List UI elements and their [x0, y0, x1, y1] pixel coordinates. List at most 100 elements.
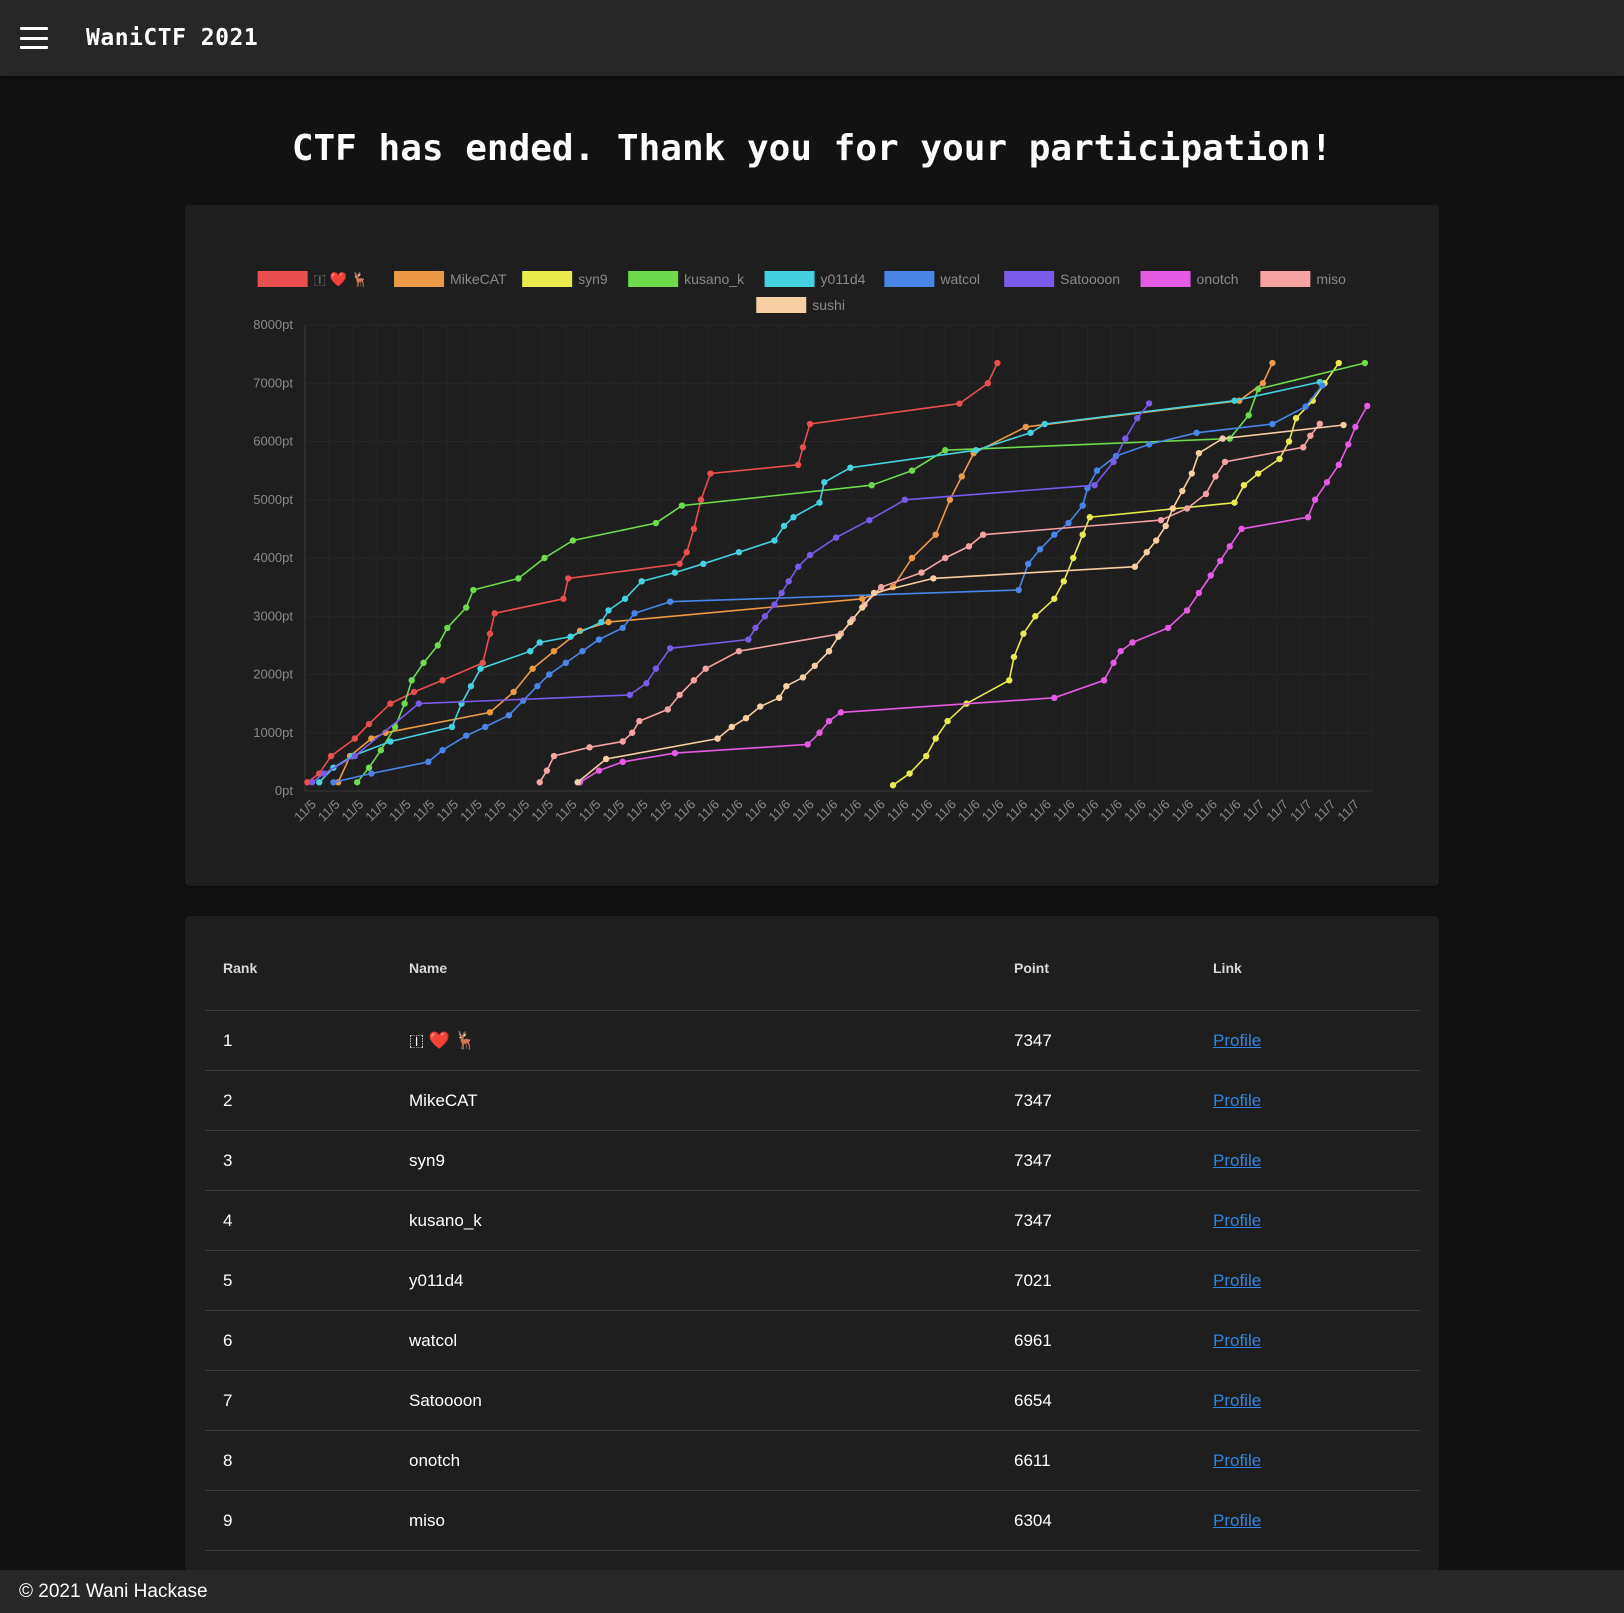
data-point: [477, 665, 484, 672]
data-point: [1316, 420, 1324, 427]
data-point: [908, 554, 916, 562]
data-point: [534, 682, 541, 690]
profile-link[interactable]: Profile: [1213, 1151, 1261, 1170]
data-point: [586, 744, 593, 751]
y-tick-label: 3000pt: [253, 608, 293, 623]
data-point: [387, 700, 394, 707]
profile-link[interactable]: Profile: [1213, 1451, 1261, 1470]
data-point: [1345, 441, 1352, 448]
data-point: [550, 648, 558, 655]
data-point: [877, 583, 885, 591]
data-point: [505, 712, 513, 719]
profile-link[interactable]: Profile: [1213, 1271, 1261, 1290]
data-point: [714, 735, 721, 742]
data-point: [1070, 554, 1077, 562]
data-point: [308, 779, 316, 786]
data-point: [697, 496, 705, 503]
data-point: [946, 496, 954, 503]
data-point: [794, 563, 802, 570]
data-point: [536, 779, 543, 786]
data-point: [1079, 531, 1086, 538]
y-tick-label: 6000pt: [253, 434, 293, 449]
data-point: [1117, 648, 1124, 655]
profile-link[interactable]: Profile: [1213, 1031, 1261, 1050]
legend-swatch: [1004, 271, 1055, 287]
data-point: [870, 589, 878, 597]
data-point: [676, 691, 683, 699]
data-point: [1091, 481, 1098, 489]
data-point: [1259, 380, 1267, 387]
data-point: [761, 613, 769, 620]
data-point: [621, 595, 629, 602]
data-point: [415, 700, 423, 707]
data-point: [470, 586, 477, 594]
x-tick-label: 11/7: [1240, 797, 1268, 825]
data-point: [602, 755, 610, 763]
data-point: [868, 481, 875, 489]
legend-swatch: [628, 271, 679, 287]
x-tick-label: 11/5: [291, 797, 319, 825]
y-tick-label: 8000pt: [253, 317, 293, 332]
data-point: [1022, 423, 1030, 431]
profile-link[interactable]: Profile: [1213, 1331, 1261, 1350]
data-point: [316, 779, 323, 786]
data-point: [942, 447, 949, 454]
data-point: [825, 717, 833, 725]
rank-cell: 7: [205, 1370, 391, 1431]
data-point: [832, 534, 840, 541]
table-body: 1 🇮 ❤️ 🦌 7347 Profile 2 MikeCAT 7347 Profile 3 sy…: [205, 1010, 1420, 1576]
x-tick-label: 11/6: [1002, 797, 1030, 825]
link-cell: Profile: [1195, 1190, 1420, 1251]
data-point: [866, 516, 873, 524]
data-point: [1131, 563, 1139, 570]
legend-label: MikeCAT: [450, 271, 507, 287]
menu-icon[interactable]: [20, 27, 48, 49]
y-tick-label: 1000pt: [253, 725, 293, 740]
column-header-name: Name: [391, 926, 996, 1011]
x-tick-label: 11/5: [386, 797, 414, 825]
data-point: [847, 464, 854, 471]
data-point: [965, 543, 973, 550]
data-point: [771, 537, 778, 544]
point-cell: 7347: [996, 1010, 1195, 1071]
data-point: [626, 691, 634, 699]
profile-link[interactable]: Profile: [1213, 1211, 1261, 1230]
data-point: [811, 662, 818, 669]
data-point: [351, 735, 358, 742]
column-header-rank: Rank: [205, 926, 391, 1011]
legend-swatch: [522, 271, 573, 287]
data-point: [1364, 402, 1371, 410]
app-title[interactable]: WaniCTF 2021: [86, 25, 258, 51]
profile-link[interactable]: Profile: [1213, 1091, 1261, 1110]
table-row: 4 kusano_k 7347 Profile: [205, 1190, 1420, 1251]
column-header-link: Link: [1195, 926, 1420, 1011]
data-point: [567, 633, 574, 640]
x-tick-label: 11/5: [552, 797, 580, 825]
data-point: [806, 420, 814, 428]
table-header-row: Rank Name Point Link: [205, 926, 1420, 1011]
x-tick-label: 11/5: [362, 797, 390, 825]
x-tick-label: 11/5: [505, 797, 533, 825]
x-tick-label: 11/5: [339, 797, 367, 825]
data-point: [636, 717, 643, 725]
data-point: [529, 665, 536, 672]
profile-link[interactable]: Profile: [1213, 1511, 1261, 1530]
data-point: [425, 758, 432, 766]
data-point: [1143, 548, 1150, 556]
data-point: [1183, 607, 1191, 614]
x-tick-label: 11/6: [742, 797, 770, 825]
data-point: [401, 700, 408, 707]
legend-swatch: [1260, 271, 1311, 287]
point-cell: 7347: [996, 1070, 1195, 1131]
data-point: [1036, 546, 1044, 553]
name-cell: miso: [391, 1490, 996, 1551]
scoreboard-chart-card: 0pt 1000pt 2000pt 3000pt 4000pt 5000pt 6000pt 7…: [185, 205, 1439, 886]
data-point: [327, 752, 335, 760]
data-point: [932, 735, 939, 742]
rank-cell: 1: [205, 1010, 391, 1071]
data-point: [482, 723, 489, 731]
data-point: [1361, 359, 1369, 367]
footer: © 2021 Wani Hackase: [0, 1570, 1624, 1613]
profile-link[interactable]: Profile: [1213, 1391, 1261, 1410]
data-point: [700, 560, 707, 568]
